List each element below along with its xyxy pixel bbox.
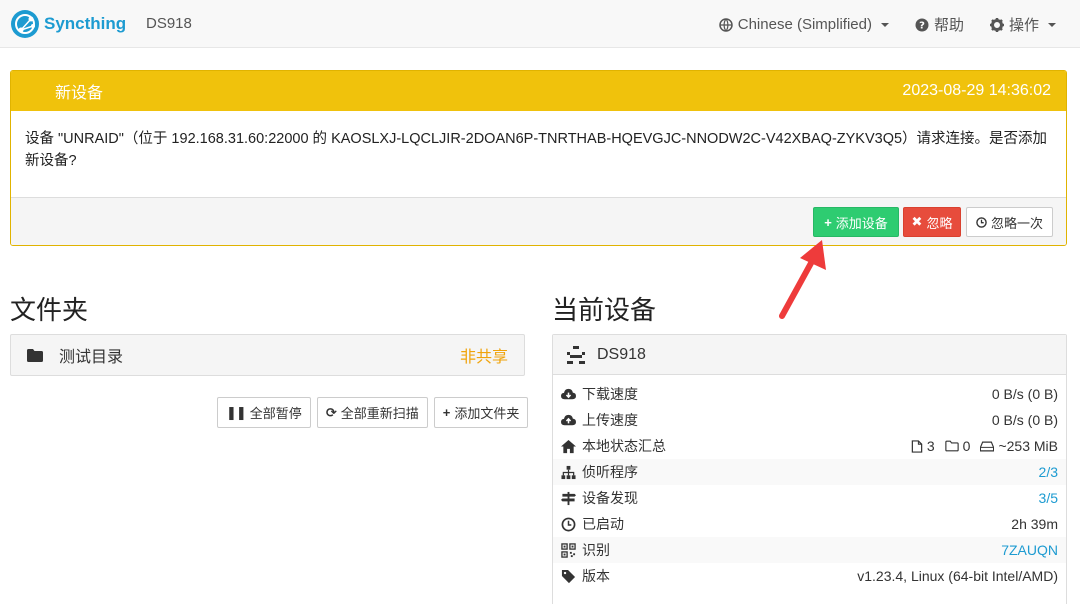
plus-icon: +: [442, 405, 451, 420]
sitemap-icon: [561, 465, 576, 479]
clock-icon: [561, 517, 576, 531]
pause-all-label: 全部暂停: [249, 406, 302, 421]
device-name: DS918: [597, 345, 646, 363]
this-device-panel: DS918 下载速度 0 B/s (0 B) 上传速度 0 B/s (0 B): [552, 334, 1067, 604]
this-device-title: 当前设备: [552, 295, 657, 325]
row-label: 本地状态汇总: [582, 438, 666, 454]
local-state-row: 本地状态汇总 3 0 ~253 MiB: [553, 433, 1066, 459]
device-id-link[interactable]: 7ZAUQN: [1001, 542, 1058, 558]
device-header[interactable]: DS918: [553, 335, 1066, 375]
ignore-button[interactable]: ✖ 忽略: [903, 207, 961, 237]
notice-header: 新设备 2023-08-29 14:36:02: [11, 71, 1066, 111]
new-device-notice: 新设备 2023-08-29 14:36:02 设备 "UNRAID"（位于 1…: [10, 70, 1067, 246]
navbar: Syncthing DS918 Chinese (Simplified) ? 帮…: [0, 0, 1080, 48]
signpost-icon: [561, 491, 576, 505]
discovery-row: 设备发现 3/5: [553, 485, 1066, 511]
folders-title: 文件夹: [10, 295, 89, 325]
question-circle-icon: ?: [915, 18, 929, 31]
folder-actions: ❚❚ 全部暂停 ⟳ 全部重新扫描 + 添加文件夹: [217, 397, 529, 428]
close-icon: ✖: [911, 214, 923, 229]
notice-footer: + 添加设备 ✖ 忽略 忽略一次: [11, 197, 1066, 245]
ignore-once-button[interactable]: 忽略一次: [966, 207, 1053, 237]
local-state-values: 3 0 ~253 MiB: [911, 438, 1058, 454]
add-folder-button[interactable]: + 添加文件夹: [433, 397, 529, 428]
folder-item[interactable]: 测试目录 非共享: [10, 334, 525, 376]
navbar-device-name: DS918: [146, 15, 192, 32]
ignore-label: 忽略: [926, 215, 953, 231]
refresh-icon: ⟳: [325, 404, 337, 420]
actions-label: 操作: [1008, 17, 1039, 34]
row-label: 设备发现: [582, 490, 638, 506]
directory-count: 0: [962, 438, 971, 454]
chevron-down-icon: [1048, 22, 1056, 27]
row-label: 版本: [582, 568, 610, 584]
row-label: 上传速度: [582, 412, 638, 428]
language-menu[interactable]: Chinese (Simplified): [719, 14, 889, 35]
row-value: 0 B/s (0 B): [991, 386, 1058, 402]
pause-all-button[interactable]: ❚❚ 全部暂停: [217, 397, 311, 428]
brand[interactable]: Syncthing: [10, 9, 126, 39]
device-identicon-icon: [567, 345, 585, 364]
qrcode-icon: [561, 542, 576, 558]
notice-message: 设备 "UNRAID"（位于 192.168.31.60:22000 的 KAO…: [11, 111, 1066, 197]
rescan-all-button[interactable]: ⟳ 全部重新扫描: [316, 397, 428, 428]
file-count: 3: [926, 438, 935, 454]
syncthing-logo-icon: [11, 10, 39, 38]
identification-row: 识别 7ZAUQN: [553, 537, 1066, 563]
language-label: Chinese (Simplified): [737, 16, 872, 33]
notice-timestamp: 2023-08-29 14:36:02: [902, 82, 1051, 99]
listeners-link[interactable]: 2/3: [1039, 464, 1058, 480]
plus-icon: +: [824, 214, 832, 230]
folder-name: 测试目录: [59, 349, 124, 366]
add-device-label: 添加设备: [835, 215, 888, 231]
tag-icon: [561, 569, 576, 583]
home-icon: [561, 439, 576, 453]
download-rate-row: 下载速度 0 B/s (0 B): [553, 381, 1066, 407]
help-menu[interactable]: ? 帮助: [915, 14, 964, 35]
file-icon: [911, 439, 923, 453]
add-device-button[interactable]: + 添加设备: [813, 207, 899, 237]
globe-icon: [719, 17, 733, 32]
gear-icon: [989, 17, 1004, 32]
svg-text:?: ?: [919, 20, 925, 31]
pause-icon: ❚❚: [226, 404, 247, 420]
help-label: 帮助: [933, 17, 964, 34]
storage-size: ~253 MiB: [998, 438, 1058, 454]
row-value: v1.23.4, Linux (64-bit Intel/AMD): [857, 568, 1058, 584]
discovery-link[interactable]: 3/5: [1039, 490, 1058, 506]
actions-menu[interactable]: 操作: [989, 14, 1056, 35]
uptime-row: 已启动 2h 39m: [553, 511, 1066, 537]
row-label: 已启动: [582, 516, 624, 532]
chevron-down-icon: [880, 22, 889, 27]
cloud-upload-icon: [561, 414, 576, 425]
notice-title: 新设备: [55, 85, 104, 102]
clock-icon: [976, 216, 987, 228]
row-label: 下载速度: [582, 386, 638, 402]
row-label: 识别: [582, 542, 610, 558]
row-label: 侦听程序: [582, 464, 638, 480]
annotation-arrow-icon: [779, 240, 826, 319]
brand-name: Syncthing: [44, 14, 127, 33]
row-value: 2h 39m: [1011, 516, 1058, 532]
ignore-once-label: 忽略一次: [990, 215, 1043, 231]
listeners-row: 侦听程序 2/3: [553, 459, 1066, 485]
add-folder-label: 添加文件夹: [454, 406, 520, 421]
folder-icon: [27, 348, 43, 362]
hdd-icon: [980, 441, 995, 451]
folder-status-badge: 非共享: [459, 349, 508, 366]
version-row: 版本 v1.23.4, Linux (64-bit Intel/AMD): [553, 563, 1066, 589]
rescan-all-label: 全部重新扫描: [340, 406, 419, 421]
row-value: 0 B/s (0 B): [991, 412, 1058, 428]
folder-outline-icon: [944, 440, 959, 452]
cloud-download-icon: [561, 388, 576, 399]
upload-rate-row: 上传速度 0 B/s (0 B): [553, 407, 1066, 433]
